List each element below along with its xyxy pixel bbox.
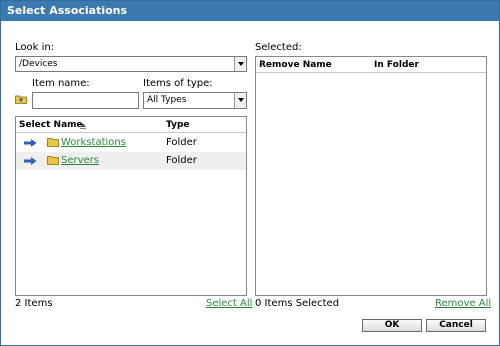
item-name-label: Item name: bbox=[32, 78, 90, 89]
selected-count: 0 Items Selected bbox=[255, 298, 340, 309]
row-type: Folder bbox=[166, 155, 197, 166]
folder-up-icon[interactable] bbox=[15, 94, 27, 104]
column-remove-name[interactable]: Remove Name bbox=[259, 60, 332, 70]
row-name-link[interactable]: Servers bbox=[61, 155, 99, 166]
arrow-right-icon[interactable] bbox=[24, 139, 37, 147]
sort-ascending-icon[interactable] bbox=[79, 121, 87, 129]
items-of-type-select[interactable]: All Types bbox=[143, 92, 247, 109]
row-name-link[interactable]: Workstations bbox=[61, 137, 126, 148]
ok-button[interactable]: OK bbox=[362, 319, 422, 332]
column-select-name[interactable]: Select Name bbox=[19, 120, 83, 130]
items-of-type-value: All Types bbox=[147, 95, 187, 105]
look-in-select[interactable]: /Devices bbox=[15, 56, 247, 72]
folder-icon bbox=[47, 155, 59, 165]
cancel-button[interactable]: Cancel bbox=[426, 319, 486, 332]
remove-all-link[interactable]: Remove All bbox=[435, 298, 491, 309]
table-row[interactable]: Servers Folder bbox=[16, 152, 246, 170]
selected-table: Remove Name In Folder bbox=[255, 56, 487, 296]
column-in-folder[interactable]: In Folder bbox=[374, 60, 419, 70]
column-type[interactable]: Type bbox=[166, 120, 189, 130]
item-name-input[interactable] bbox=[32, 92, 139, 109]
arrow-right-icon[interactable] bbox=[24, 157, 37, 165]
chevron-down-icon[interactable] bbox=[234, 93, 246, 108]
selected-table-header: Remove Name In Folder bbox=[256, 57, 486, 73]
folder-icon bbox=[47, 137, 59, 147]
select-all-link[interactable]: Select All bbox=[206, 298, 252, 309]
look-in-value: /Devices bbox=[19, 59, 58, 69]
table-row[interactable]: Workstations Folder bbox=[16, 134, 246, 152]
items-count: 2 Items bbox=[15, 298, 53, 309]
dialog-title: Select Associations bbox=[1, 1, 499, 21]
items-of-type-label: Items of type: bbox=[143, 78, 213, 89]
chevron-down-icon[interactable] bbox=[234, 57, 246, 71]
row-type: Folder bbox=[166, 137, 197, 148]
look-in-label: Look in: bbox=[15, 42, 55, 53]
items-table-header: Select Name Type bbox=[16, 117, 246, 133]
items-table: Select Name Type Workstations Folder Ser… bbox=[15, 116, 247, 296]
selected-label: Selected: bbox=[255, 42, 302, 53]
select-associations-dialog: Select Associations Look in: /Devices It… bbox=[0, 0, 500, 346]
